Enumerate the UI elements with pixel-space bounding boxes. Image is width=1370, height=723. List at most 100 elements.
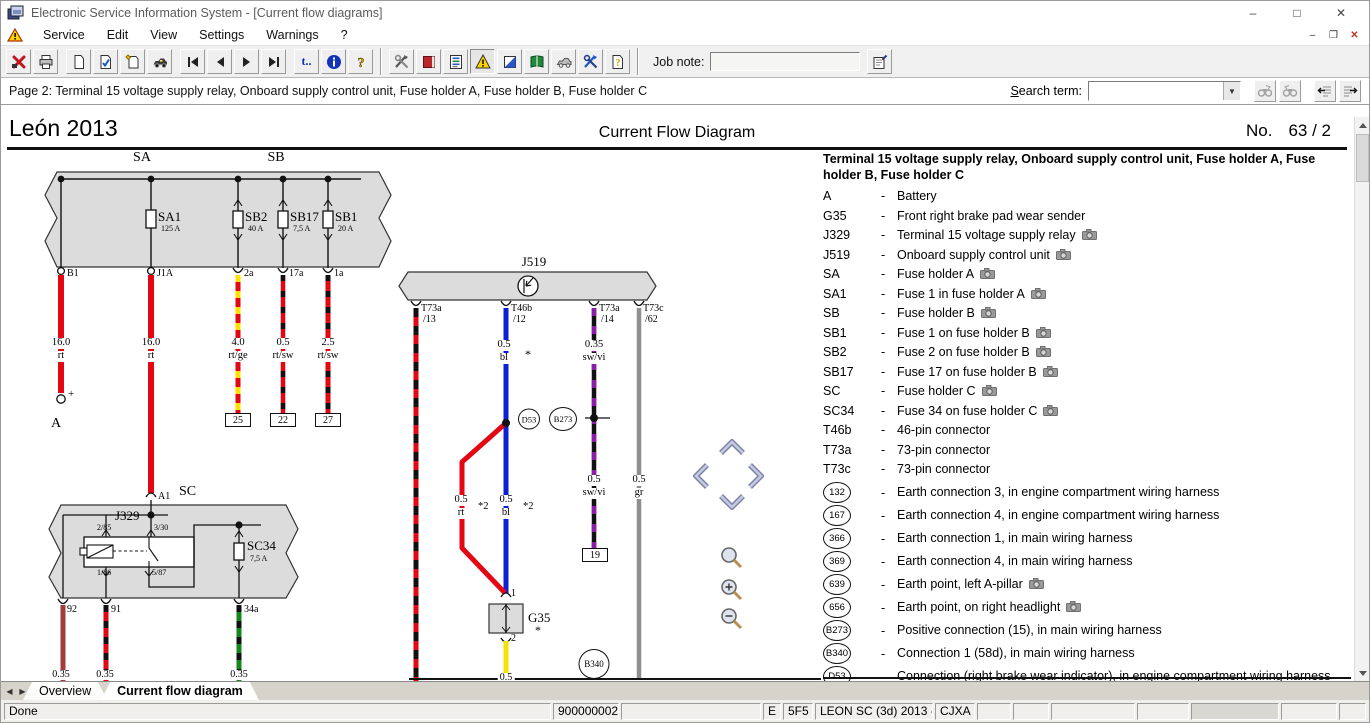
diagram-label: 2	[511, 634, 516, 644]
camera-icon[interactable]	[980, 268, 995, 279]
zoom-in-button[interactable]	[719, 577, 745, 608]
legend-description: Fuse holder B	[897, 305, 1350, 322]
legend-description: Earth point, on right headlight	[897, 599, 1350, 616]
camera-icon[interactable]	[982, 385, 997, 396]
diagram-label: 2/85	[97, 524, 111, 532]
arrow-up-icon	[1359, 123, 1367, 128]
zoom-tool-button[interactable]	[719, 545, 745, 576]
legend-description: Earth connection 4, in main wiring harne…	[897, 553, 1350, 570]
minimize-button[interactable]: –	[1231, 2, 1275, 24]
diagram-label: 1	[511, 589, 516, 599]
terminal-button[interactable]: t..	[294, 49, 319, 74]
mdi-restore-button[interactable]: ❐	[1325, 28, 1342, 43]
pan-down-button[interactable]	[717, 493, 747, 515]
legend-row-a: A-Battery	[823, 188, 1350, 208]
menu-warnings[interactable]: Warnings	[255, 27, 329, 43]
find-previous-button[interactable]	[1279, 80, 1301, 102]
camera-icon[interactable]	[981, 307, 996, 318]
repair-manual-button[interactable]	[416, 49, 441, 74]
camera-icon[interactable]	[1082, 229, 1097, 240]
menu-[interactable]: ?	[330, 27, 359, 43]
legend-description: Terminal 15 voltage supply relay	[897, 227, 1350, 244]
legend-row-sc34: SC34-Fuse 34 on fuse holder C	[823, 403, 1350, 423]
find-next-button[interactable]	[1254, 80, 1276, 102]
search-term-input[interactable]	[1089, 82, 1223, 100]
legend-code: SB1	[823, 325, 881, 340]
track-reference-box[interactable]: 27	[315, 413, 341, 427]
service-book-button[interactable]	[524, 49, 549, 74]
legend-dash: -	[881, 485, 897, 500]
search-dropdown-button[interactable]: ▼	[1223, 82, 1240, 100]
new-document-button[interactable]	[66, 49, 91, 74]
track-reference-box[interactable]: 19	[582, 548, 608, 562]
edit-document-button[interactable]	[93, 49, 118, 74]
exit-button[interactable]	[6, 49, 31, 74]
workshop-button[interactable]	[578, 49, 603, 74]
document-help-button[interactable]: ?	[605, 49, 630, 74]
legend-code: 656	[823, 596, 881, 618]
menu-edit[interactable]: Edit	[96, 27, 140, 43]
zoom-out-button[interactable]	[719, 606, 745, 637]
track-reference-box[interactable]: 25	[225, 413, 251, 427]
diagram-label: bl	[498, 353, 510, 364]
warnings-button[interactable]	[470, 49, 495, 74]
status-panel-1	[621, 703, 761, 720]
job-note-input[interactable]	[710, 52, 860, 71]
vertical-scrollbar[interactable]	[1354, 117, 1369, 681]
pan-right-button[interactable]	[747, 461, 764, 496]
menu-service[interactable]: Service	[32, 27, 96, 43]
document-list-button[interactable]	[443, 49, 468, 74]
legend-code: J329	[823, 227, 881, 242]
info-button[interactable]	[321, 49, 346, 74]
camera-icon[interactable]	[1066, 601, 1081, 612]
camera-icon[interactable]	[1056, 249, 1071, 260]
previous-page-button[interactable]	[207, 49, 232, 74]
pan-up-button[interactable]	[717, 439, 747, 461]
maximize-button[interactable]: □	[1275, 2, 1319, 24]
job-note-edit-button[interactable]	[867, 49, 892, 74]
legend-description: Front right brake pad wear sender	[897, 208, 1350, 225]
diagram-label: SB17	[290, 210, 319, 223]
menu-settings[interactable]: Settings	[188, 27, 255, 43]
camera-icon[interactable]	[1031, 288, 1046, 299]
pan-left-button[interactable]	[693, 461, 710, 496]
legend-description: Positive connection (15), in main wiring…	[897, 622, 1350, 639]
first-page-button[interactable]	[180, 49, 205, 74]
mdi-close-button[interactable]: ✕	[1346, 28, 1363, 43]
scrollbar-thumb[interactable]	[1356, 134, 1369, 182]
mdi-minimize-button[interactable]: –	[1304, 28, 1321, 43]
scroll-up-button[interactable]	[1355, 117, 1369, 133]
tab-scroll-left-button[interactable]: ◀	[3, 682, 16, 700]
print-button[interactable]	[33, 49, 58, 74]
scroll-down-button[interactable]	[1355, 665, 1369, 681]
title-bar: Electronic Service Information System - …	[1, 1, 1369, 25]
next-page-button[interactable]	[234, 49, 259, 74]
tools-button[interactable]	[389, 49, 414, 74]
diagram-label: sw/vi	[581, 353, 608, 364]
tab-overview[interactable]: Overview	[23, 682, 107, 700]
tab-current-flow-diagram[interactable]: Current flow diagram	[101, 682, 259, 700]
camera-icon[interactable]	[1043, 405, 1058, 416]
jump-to-list-button[interactable]	[1314, 80, 1336, 102]
diagram-label: 5/87	[152, 569, 166, 577]
last-page-button[interactable]	[261, 49, 286, 74]
menu-view[interactable]: View	[139, 27, 188, 43]
legend-row-t73c: T73c-73-pin connector	[823, 461, 1350, 481]
close-button[interactable]: ✕	[1319, 2, 1363, 24]
notes-button[interactable]	[497, 49, 522, 74]
legend-description: Fuse 2 on fuse holder B	[897, 344, 1350, 361]
vehicle-data-button[interactable]	[551, 49, 576, 74]
camera-icon[interactable]	[1029, 578, 1044, 589]
help-button[interactable]: ?	[348, 49, 373, 74]
camera-icon[interactable]	[1043, 366, 1058, 377]
status-panel-10	[1191, 703, 1279, 720]
diagram-label: 0.5	[498, 673, 515, 681]
track-reference-box[interactable]: 22	[270, 413, 296, 427]
camera-icon[interactable]	[1036, 327, 1051, 338]
new-note-button[interactable]	[120, 49, 145, 74]
camera-icon[interactable]	[1036, 346, 1051, 357]
diagram-label: SC	[179, 485, 196, 499]
vehicle-button[interactable]	[147, 49, 172, 74]
jump-from-list-button[interactable]	[1339, 80, 1361, 102]
legend-row-sc: SC-Fuse holder C	[823, 383, 1350, 403]
